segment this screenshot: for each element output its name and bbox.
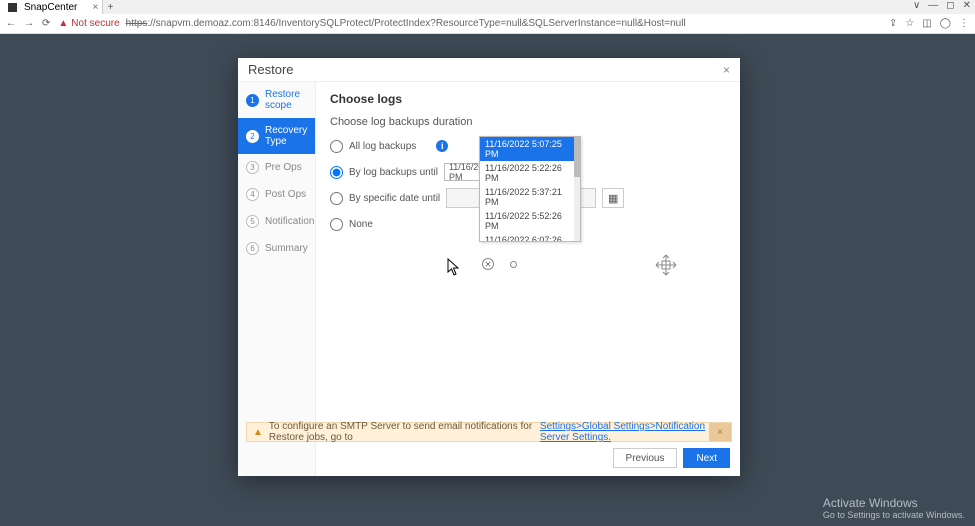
annotation-o-marker <box>510 261 517 268</box>
radio-input[interactable] <box>330 140 343 153</box>
radio-label: None <box>349 219 373 230</box>
move-crosshair-icon <box>655 254 677 276</box>
url-text: https://snapvm.demoaz.com:8146/Inventory… <box>126 18 686 29</box>
step-number: 1 <box>246 94 259 107</box>
window-minimize-icon[interactable]: — <box>928 0 938 11</box>
radio-input[interactable] <box>330 218 343 231</box>
nav-back-icon[interactable]: ← <box>6 18 16 29</box>
wizard-step-restore-scope[interactable]: 1 Restore scope <box>238 82 315 118</box>
radio-label: By specific date until <box>349 193 440 204</box>
window-other-icon[interactable]: ∨ <box>913 0 920 11</box>
step-number: 6 <box>246 242 259 255</box>
window-controls: ∨ — ◻ ✕ <box>913 0 971 11</box>
step-label: Notification <box>265 216 314 227</box>
next-button[interactable]: Next <box>683 448 730 468</box>
step-label: Recovery Type <box>265 125 307 147</box>
star-icon[interactable]: ☆ <box>905 18 914 29</box>
log-backup-dropdown: 11/16/2022 5:07:25 PM 11/16/2022 5:22:26… <box>479 136 581 242</box>
calendar-icon: ▦ <box>608 192 618 205</box>
menu-icon[interactable]: ⋮ <box>959 18 969 29</box>
browser-tab[interactable]: SnapCenter × <box>0 0 103 14</box>
step-label: Summary <box>265 243 308 254</box>
radio-label: All log backups <box>349 141 416 152</box>
share-icon[interactable]: ⇪ <box>889 18 897 29</box>
dropdown-option[interactable]: 11/16/2022 6:07:26 PM <box>480 233 580 241</box>
previous-button[interactable]: Previous <box>613 448 678 468</box>
wizard-step-recovery-type[interactable]: 2 Recovery Type <box>238 118 315 154</box>
radio-label: By log backups until <box>349 167 438 178</box>
profile-icon[interactable]: ◯ <box>940 18 951 29</box>
step-number: 4 <box>246 188 259 201</box>
modal-title: Restore <box>248 62 294 77</box>
tab-title: SnapCenter <box>24 2 77 13</box>
step-number: 2 <box>246 130 259 143</box>
address-bar[interactable]: ▲ Not secure https://snapvm.demoaz.com:8… <box>58 18 881 29</box>
dropdown-option[interactable]: 11/16/2022 5:37:21 PM <box>480 185 580 209</box>
wizard-step-pre-ops[interactable]: 3 Pre Ops <box>238 154 315 181</box>
not-secure-label: Not secure <box>71 18 119 29</box>
wizard-steps: 1 Restore scope 2 Recovery Type 3 Pre Op… <box>238 82 316 476</box>
calendar-button[interactable]: ▦ <box>602 188 624 208</box>
tab-close-icon[interactable]: × <box>93 2 99 13</box>
browser-toolbar: ← → ⟳ ▲ Not secure https://snapvm.demoaz… <box>0 14 975 34</box>
wizard-step-post-ops[interactable]: 4 Post Ops <box>238 181 315 208</box>
window-maximize-icon[interactable]: ◻ <box>946 0 954 11</box>
modal-footer-buttons: Previous Next <box>613 448 730 468</box>
wizard-step-summary[interactable]: 6 Summary <box>238 235 315 262</box>
wizard-step-notification[interactable]: 5 Notification <box>238 208 315 235</box>
modal-titlebar: Restore × <box>238 58 740 82</box>
dropdown-option[interactable]: 11/16/2022 5:52:26 PM <box>480 209 580 233</box>
content-subheading: Choose log backups duration <box>330 116 726 128</box>
alert-settings-link[interactable]: Settings>Global Settings>Notification Se… <box>540 421 725 443</box>
content-heading: Choose logs <box>330 92 726 106</box>
warning-icon: ▲ <box>253 427 263 438</box>
tab-favicon <box>8 3 17 12</box>
new-tab-button[interactable]: + <box>103 2 117 13</box>
nav-reload-icon[interactable]: ⟳ <box>42 18 50 29</box>
dropdown-option[interactable]: 11/16/2022 5:07:25 PM <box>480 137 580 161</box>
annotation-x-marker: ✕ <box>482 258 494 270</box>
smtp-alert-bar: ▲ To configure an SMTP Server to send em… <box>246 422 732 442</box>
step-number: 5 <box>246 215 259 228</box>
modal-content: Choose logs Choose log backups duration … <box>316 82 740 476</box>
modal-close-button[interactable]: × <box>723 63 730 77</box>
browser-tab-strip: SnapCenter × + ∨ — ◻ ✕ <box>0 0 975 14</box>
extension-icon[interactable]: ◫ <box>922 18 931 29</box>
info-icon[interactable]: i <box>436 140 448 152</box>
radio-input[interactable] <box>330 192 343 205</box>
alert-text: To configure an SMTP Server to send emai… <box>269 421 540 443</box>
warning-icon: ▲ <box>58 18 68 29</box>
step-label: Pre Ops <box>265 162 302 173</box>
dropdown-scrollbar[interactable] <box>574 137 580 241</box>
radio-input[interactable] <box>330 166 343 179</box>
nav-forward-icon[interactable]: → <box>24 18 34 29</box>
step-number: 3 <box>246 161 259 174</box>
dropdown-option[interactable]: 11/16/2022 5:22:26 PM <box>480 161 580 185</box>
step-label: Restore scope <box>265 89 307 111</box>
security-warning: ▲ Not secure <box>58 18 119 29</box>
step-label: Post Ops <box>265 189 306 200</box>
alert-close-button[interactable]: × <box>709 423 731 441</box>
window-close-icon[interactable]: ✕ <box>963 0 971 11</box>
